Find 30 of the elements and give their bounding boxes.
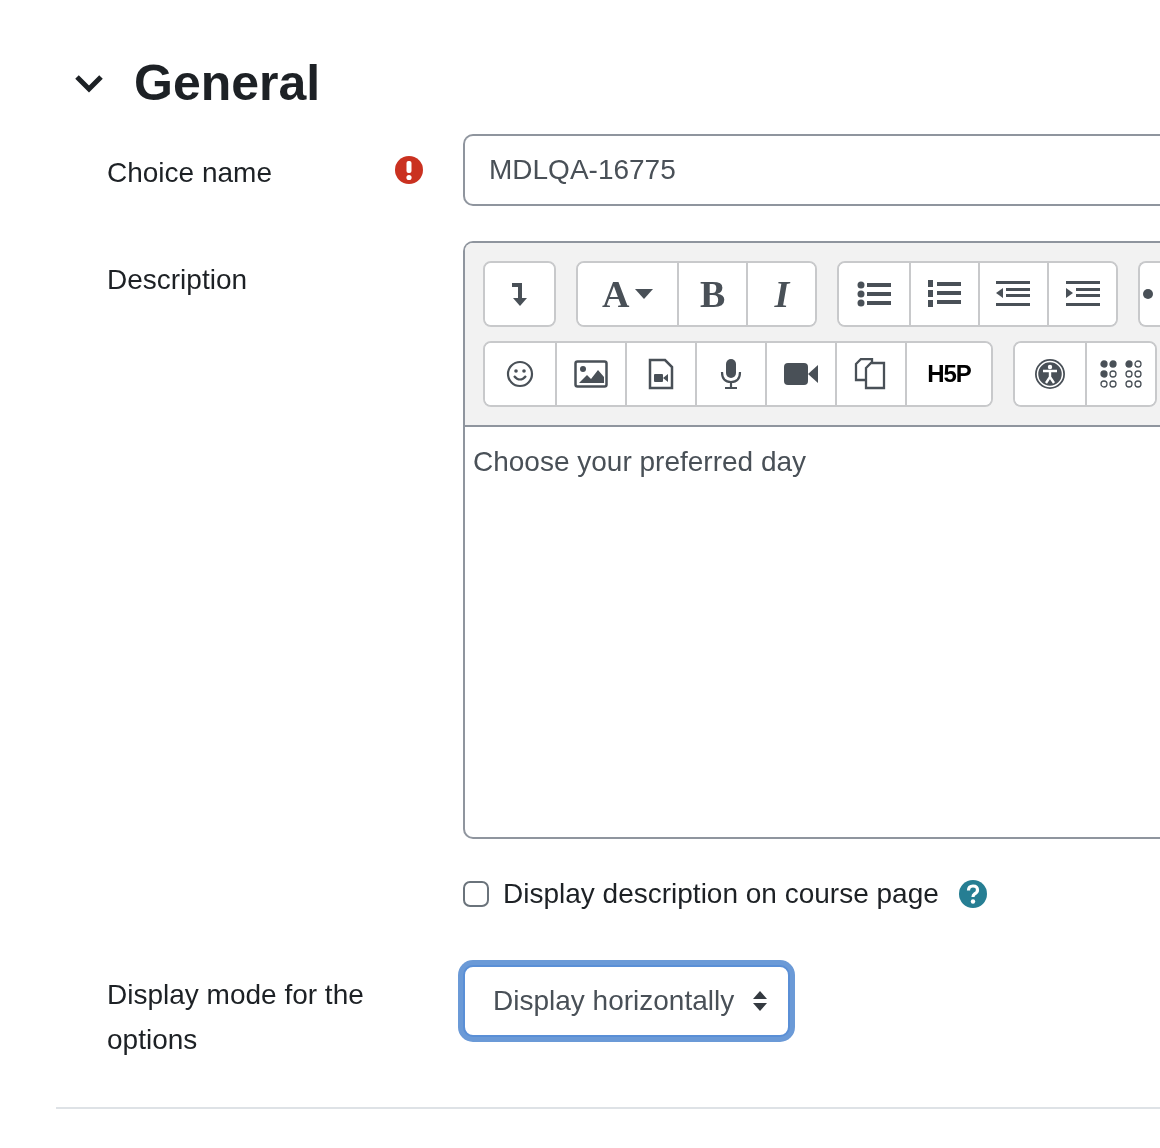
indent-icon xyxy=(1065,281,1100,307)
video-camera-icon xyxy=(784,362,818,386)
toolbar-button[interactable] xyxy=(1047,263,1117,325)
toolbar-button[interactable]: H5P xyxy=(905,343,991,405)
toolbar-button[interactable] xyxy=(1085,343,1155,405)
toolbar-button[interactable]: I xyxy=(746,263,816,325)
dot-icon xyxy=(1142,288,1155,300)
microphone-icon xyxy=(720,358,742,390)
text-input[interactable]: MDLQA-16775 xyxy=(463,134,1160,206)
files-icon xyxy=(854,358,888,390)
editor-area[interactable]: A B I H5P Choose your preferred day xyxy=(463,241,1160,839)
editor-text: Choose your preferred day xyxy=(472,445,808,479)
checkbox[interactable] xyxy=(463,881,489,907)
outdent-icon xyxy=(996,281,1031,307)
numbered-list-icon xyxy=(927,279,962,309)
video-file-icon xyxy=(648,358,674,390)
section-heading: General xyxy=(134,54,321,113)
image-icon xyxy=(574,360,608,388)
caret-icon xyxy=(635,289,654,299)
smiley-icon xyxy=(506,360,534,388)
field-label: Description xyxy=(107,263,248,297)
field-label: Display mode for the options xyxy=(107,978,365,1057)
sort-arrows-icon xyxy=(752,990,769,1012)
braille-dots-icon xyxy=(1100,360,1142,388)
accessibility-icon xyxy=(1034,358,1066,390)
toolbar-button[interactable] xyxy=(485,263,555,325)
bullet-list-icon xyxy=(857,281,892,307)
field-label: Choice name xyxy=(107,156,272,190)
arrow-down-icon xyxy=(509,280,530,308)
checkbox-label: Display description on course page xyxy=(503,877,939,911)
